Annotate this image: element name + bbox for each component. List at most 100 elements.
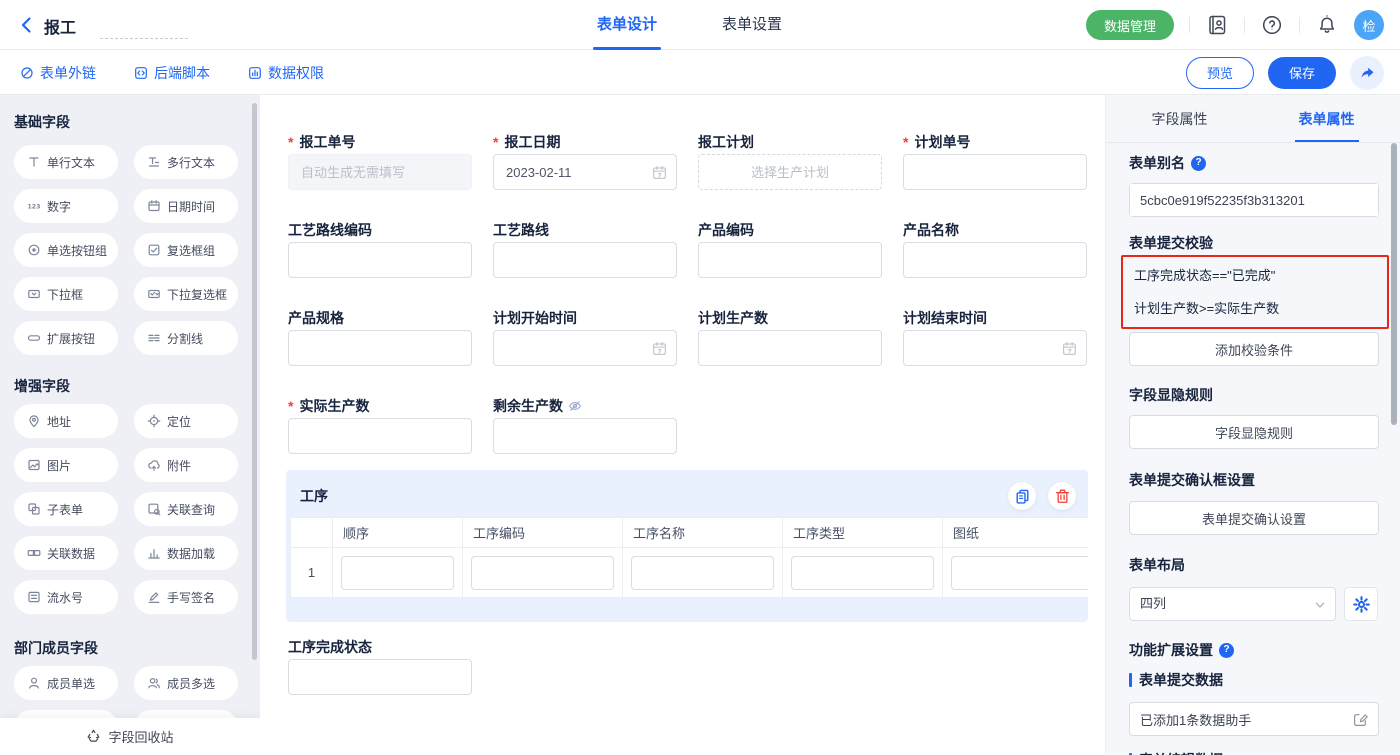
process-status-input[interactable] bbox=[289, 660, 471, 694]
layout-settings-button[interactable] bbox=[1344, 587, 1378, 621]
sidebar-scrollbar[interactable] bbox=[252, 103, 257, 660]
sidebar-item-text-single[interactable]: 单行文本 bbox=[14, 145, 118, 179]
field-library-sidebar: 基础字段 单行文本 多行文本 123 数字 日期时间 bbox=[0, 95, 260, 755]
process-code-cell-input[interactable] bbox=[471, 556, 614, 590]
text-single-icon bbox=[27, 155, 41, 169]
add-validation-button[interactable]: 添加校验条件 bbox=[1129, 332, 1379, 366]
plan-start-input[interactable] bbox=[494, 331, 676, 365]
share-button[interactable] bbox=[1350, 56, 1384, 90]
bell-icon bbox=[1316, 14, 1338, 36]
sidebar-item-ext-button[interactable]: 扩展按钮 bbox=[14, 321, 118, 355]
plan-end-input[interactable] bbox=[904, 331, 1086, 365]
sidebar-item-select[interactable]: 下拉框 bbox=[14, 277, 118, 311]
backend-script-button[interactable]: 后端脚本 bbox=[134, 63, 210, 83]
preview-button[interactable]: 预览 bbox=[1186, 57, 1254, 89]
field-report-plan[interactable]: 报工计划 bbox=[698, 132, 882, 190]
external-link-button[interactable]: 表单外链 bbox=[20, 63, 96, 83]
field-plan-no[interactable]: *计划单号 bbox=[903, 132, 1087, 190]
field-report-no[interactable]: *报工单号 bbox=[288, 132, 472, 190]
field-process-status[interactable]: 工序完成状态 bbox=[288, 637, 472, 695]
user-avatar[interactable]: 检 bbox=[1354, 10, 1384, 40]
sidebar-item-signature[interactable]: 手写签名 bbox=[134, 580, 238, 614]
field-report-date[interactable]: *报工日期 bbox=[493, 132, 677, 190]
sidebar-item-checkbox-group[interactable]: 复选框组 bbox=[134, 233, 238, 267]
field-product-spec[interactable]: 产品规格 bbox=[288, 308, 472, 366]
product-name-input[interactable] bbox=[904, 243, 1086, 277]
route-code-input[interactable] bbox=[289, 243, 471, 277]
contact-book-button[interactable] bbox=[1205, 13, 1229, 37]
field-actual-qty[interactable]: *实际生产数 bbox=[288, 396, 472, 454]
field-route[interactable]: 工艺路线 bbox=[493, 220, 677, 278]
form-row-5: 工序完成状态 bbox=[288, 637, 1105, 695]
field-recycle-bin[interactable]: 字段回收站 bbox=[0, 718, 260, 755]
copy-subform-button[interactable] bbox=[1008, 482, 1036, 510]
sidebar-item-lookup[interactable]: 关联查询 bbox=[134, 492, 238, 526]
validation-rule-2[interactable]: 计划生产数>=实际生产数 bbox=[1134, 292, 1387, 325]
tab-field-properties[interactable]: 字段属性 bbox=[1106, 95, 1253, 142]
alias-help-icon[interactable]: ? bbox=[1191, 156, 1206, 171]
sidebar-item-divider[interactable]: 分割线 bbox=[134, 321, 238, 355]
field-plan-qty[interactable]: 计划生产数 bbox=[698, 308, 882, 366]
sidebar-item-number[interactable]: 123 数字 bbox=[14, 189, 118, 223]
layout-select[interactable]: 四列 bbox=[1129, 587, 1336, 621]
plan-qty-input[interactable] bbox=[699, 331, 881, 365]
panel-scrollbar[interactable] bbox=[1391, 143, 1397, 425]
visibility-rules-button[interactable]: 字段显隐规则 bbox=[1129, 415, 1379, 449]
item-label: 扩展按钮 bbox=[47, 330, 95, 347]
sidebar-item-address[interactable]: 地址 bbox=[14, 404, 118, 438]
field-plan-start[interactable]: 计划开始时间 bbox=[493, 308, 677, 366]
report-no-input[interactable] bbox=[289, 155, 471, 189]
sidebar-item-subform[interactable]: 子表单 bbox=[14, 492, 118, 526]
subform-process[interactable]: 工序 顺序 工序编码 工序名称 工序类型 bbox=[286, 470, 1088, 622]
data-manage-button[interactable]: 数据管理 bbox=[1086, 10, 1174, 40]
notification-button[interactable] bbox=[1315, 13, 1339, 37]
actual-qty-input[interactable] bbox=[289, 419, 471, 453]
sidebar-item-datetime[interactable]: 日期时间 bbox=[134, 189, 238, 223]
sidebar-item-linked-data[interactable]: 关联数据 bbox=[14, 536, 118, 570]
sidebar-item-data-load[interactable]: 数据加载 bbox=[134, 536, 238, 570]
extension-help-icon[interactable]: ? bbox=[1219, 643, 1234, 658]
delete-subform-button[interactable] bbox=[1048, 482, 1076, 510]
tab-form-properties[interactable]: 表单属性 bbox=[1253, 95, 1400, 142]
sidebar-item-serial[interactable]: 流水号 bbox=[14, 580, 118, 614]
product-code-input[interactable] bbox=[699, 243, 881, 277]
sidebar-item-image[interactable]: 图片 bbox=[14, 448, 118, 482]
process-type-cell-input[interactable] bbox=[791, 556, 934, 590]
title-edit-dash[interactable] bbox=[100, 38, 188, 39]
plan-no-input[interactable] bbox=[904, 155, 1086, 189]
validation-rule-1[interactable]: 工序完成状态=="已完成" bbox=[1134, 259, 1387, 292]
field-product-name[interactable]: 产品名称 bbox=[903, 220, 1087, 278]
back-button[interactable] bbox=[16, 14, 38, 36]
sidebar-item-text-multi[interactable]: 多行文本 bbox=[134, 145, 238, 179]
layout-select-value: 四列 bbox=[1140, 596, 1166, 611]
product-spec-input[interactable] bbox=[289, 331, 471, 365]
remain-qty-input[interactable] bbox=[494, 419, 676, 453]
sidebar-item-radio-group[interactable]: 单选按钮组 bbox=[14, 233, 118, 267]
sidebar-item-location[interactable]: 定位 bbox=[134, 404, 238, 438]
tab-form-settings[interactable]: 表单设置 bbox=[722, 0, 782, 50]
tab-form-design[interactable]: 表单设计 bbox=[597, 0, 657, 50]
field-remain-qty[interactable]: 剩余生产数 bbox=[493, 396, 677, 454]
sidebar-item-attachment[interactable]: 附件 bbox=[134, 448, 238, 482]
section-marker bbox=[1129, 673, 1132, 687]
save-button[interactable]: 保存 bbox=[1268, 57, 1336, 89]
field-plan-end[interactable]: 计划结束时间 bbox=[903, 308, 1087, 366]
sidebar-item-member-single[interactable]: 成员单选 bbox=[14, 666, 118, 700]
submit-confirm-button[interactable]: 表单提交确认设置 bbox=[1129, 501, 1379, 535]
report-plan-input[interactable] bbox=[699, 155, 881, 189]
item-label: 成员单选 bbox=[47, 675, 95, 692]
radio-group-icon bbox=[27, 243, 41, 257]
field-route-code[interactable]: 工艺路线编码 bbox=[288, 220, 472, 278]
data-permission-button[interactable]: 数据权限 bbox=[248, 63, 324, 83]
order-cell-input[interactable] bbox=[341, 556, 454, 590]
sidebar-item-member-multi[interactable]: 成员多选 bbox=[134, 666, 238, 700]
report-date-input[interactable] bbox=[494, 155, 676, 189]
help-button[interactable] bbox=[1260, 13, 1284, 37]
process-name-cell-input[interactable] bbox=[631, 556, 774, 590]
route-input[interactable] bbox=[494, 243, 676, 277]
field-product-code[interactable]: 产品编码 bbox=[698, 220, 882, 278]
alias-input[interactable] bbox=[1130, 184, 1378, 216]
sidebar-item-multi-select[interactable]: 下拉复选框 bbox=[134, 277, 238, 311]
drawing-cell-input[interactable] bbox=[951, 556, 1088, 590]
submit-data-box[interactable]: 已添加1条数据助手 bbox=[1129, 702, 1379, 736]
